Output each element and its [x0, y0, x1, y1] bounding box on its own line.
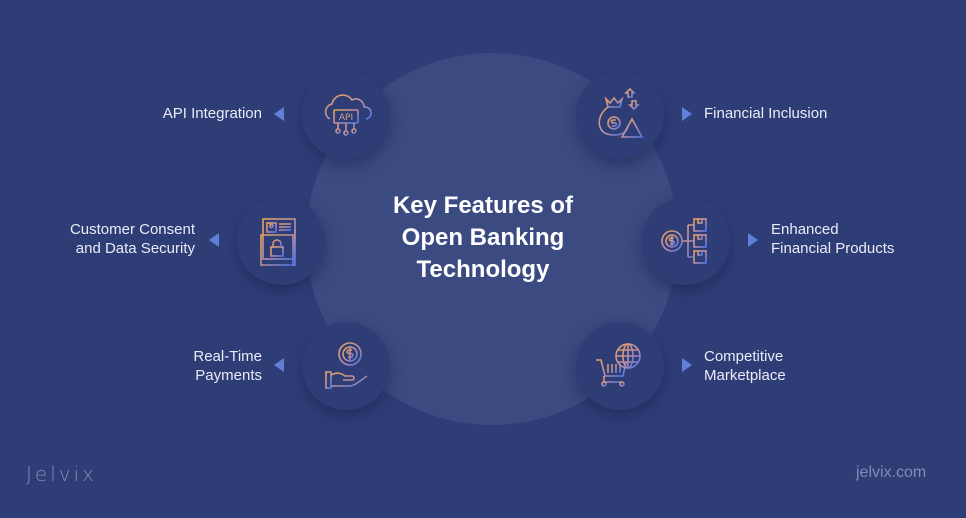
main-title: Key Features of Open Banking Technology — [356, 190, 610, 286]
arrow-competitive-marketplace — [682, 358, 692, 372]
site-url: jelvix.com — [856, 464, 927, 481]
infographic: Key Features of Open Banking Technology … — [0, 0, 966, 518]
label-financial-inclusion: Financial Inclusion — [704, 104, 904, 123]
money-bag-warning-icon — [598, 87, 644, 138]
label-line: API Integration — [162, 105, 262, 122]
node-customer-consent — [237, 197, 325, 285]
cloud-api-icon: API — [324, 94, 372, 136]
arrow-api-integration — [274, 107, 284, 121]
cart-globe-icon — [596, 343, 641, 387]
label-line: Marketplace — [704, 367, 786, 384]
label-line: Customer Consent — [69, 221, 195, 238]
node-enhanced-financial-products — [642, 197, 730, 285]
jelvix-logo: Jelvix — [26, 462, 97, 486]
label-line: Financial Products — [771, 240, 895, 257]
label-line: Financial Inclusion — [704, 105, 828, 122]
coin-boxes-icon — [661, 218, 707, 264]
title-line-3: Technology — [416, 256, 550, 283]
label-line: and Data Security — [75, 240, 195, 257]
label-competitive-marketplace: Competitive Marketplace — [704, 347, 864, 385]
arrow-customer-consent — [209, 233, 219, 247]
arrow-real-time-payments — [274, 358, 284, 372]
node-api-integration: API — [302, 71, 390, 159]
title-line-2: Open Banking — [401, 224, 565, 251]
label-customer-consent: Customer Consent and Data Security — [20, 220, 195, 258]
label-real-time-payments: Real-Time Payments — [120, 347, 262, 385]
document-lock-icon — [260, 218, 296, 266]
label-line: Enhanced — [771, 221, 839, 238]
label-line: Real-Time — [193, 348, 262, 365]
node-real-time-payments — [302, 322, 390, 410]
svg-text:API: API — [339, 113, 353, 123]
label-api-integration: API Integration — [100, 104, 262, 123]
hand-coin-icon — [325, 342, 368, 389]
node-financial-inclusion — [576, 71, 664, 159]
arrow-financial-inclusion — [682, 107, 692, 121]
node-competitive-marketplace — [576, 322, 664, 410]
label-line: Payments — [195, 367, 262, 384]
label-line: Competitive — [704, 348, 784, 365]
arrow-enhanced-financial-products — [748, 233, 758, 247]
title-line-1: Key Features of — [392, 192, 574, 219]
label-enhanced-financial-products: Enhanced Financial Products — [771, 220, 951, 258]
